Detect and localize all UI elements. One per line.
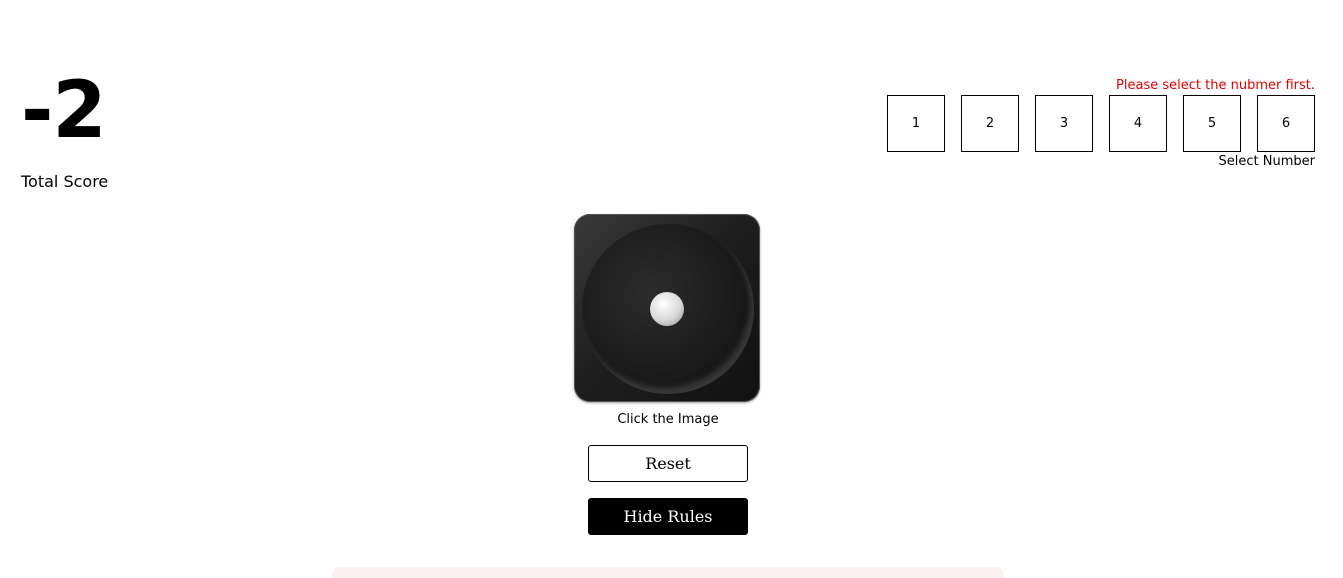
game-page: -2 Total Score Please select the nubmer …: [0, 0, 1343, 578]
number-option-2[interactable]: 2: [961, 95, 1019, 152]
hide-rules-button[interactable]: Hide Rules: [588, 498, 748, 535]
dice-area: Click the Image: [574, 214, 762, 428]
dice-caption: Click the Image: [617, 412, 719, 427]
number-option-6[interactable]: 6: [1257, 95, 1315, 152]
total-score-label: Total Score: [21, 172, 109, 191]
number-option-1[interactable]: 1: [887, 95, 945, 152]
select-number-label: Select Number: [1218, 154, 1315, 169]
reset-button[interactable]: Reset: [588, 445, 748, 482]
number-options: 1 2 3 4 5 6: [887, 95, 1315, 152]
number-option-3[interactable]: 3: [1035, 95, 1093, 152]
rules-panel: [332, 567, 1004, 578]
score-panel: -2 Total Score: [21, 64, 151, 192]
dice-pip: [650, 292, 684, 326]
error-message: Please select the nubmer first.: [1116, 78, 1315, 93]
number-option-5[interactable]: 5: [1183, 95, 1241, 152]
dice-one-icon[interactable]: [574, 214, 760, 402]
number-selector: Please select the nubmer first. 1 2 3 4 …: [887, 78, 1315, 170]
total-score-value: -2: [21, 66, 107, 156]
number-option-4[interactable]: 4: [1109, 95, 1167, 152]
